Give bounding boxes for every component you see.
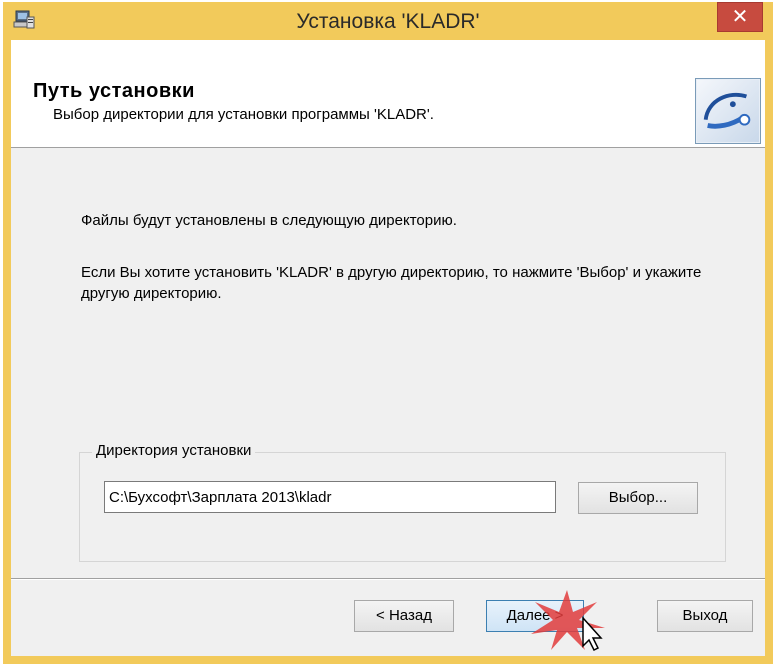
dialog-client-area: Путь установки Выбор директории для уста… xyxy=(11,40,765,656)
back-button[interactable]: < Назад xyxy=(354,600,454,632)
info-text-target: Файлы будут установлены в следующую дире… xyxy=(81,212,457,229)
kladr-disc-logo xyxy=(695,78,761,144)
install-directory-group: Директория установки Выбор... xyxy=(79,442,726,562)
exit-button[interactable]: Выход xyxy=(657,600,753,632)
install-path-input[interactable] xyxy=(104,481,556,513)
browse-button[interactable]: Выбор... xyxy=(578,482,698,514)
window-title: Установка 'KLADR' xyxy=(296,10,480,33)
wizard-header: Путь установки Выбор директории для уста… xyxy=(11,40,765,148)
page-title: Путь установки xyxy=(33,80,195,102)
installer-window: Установка 'KLADR' ✕ Путь установки Выбор… xyxy=(3,2,773,664)
title-bar[interactable]: Установка 'KLADR' ✕ xyxy=(3,2,773,40)
close-button[interactable]: ✕ xyxy=(717,2,763,32)
page-subtitle: Выбор директории для установки программы… xyxy=(53,106,434,123)
install-directory-label: Директория установки xyxy=(92,442,256,459)
info-text-change: Если Вы хотите установить 'KLADR' в друг… xyxy=(81,264,702,302)
footer-separator xyxy=(11,578,765,580)
close-icon: ✕ xyxy=(731,6,749,28)
next-button[interactable]: Далее > xyxy=(486,600,584,632)
